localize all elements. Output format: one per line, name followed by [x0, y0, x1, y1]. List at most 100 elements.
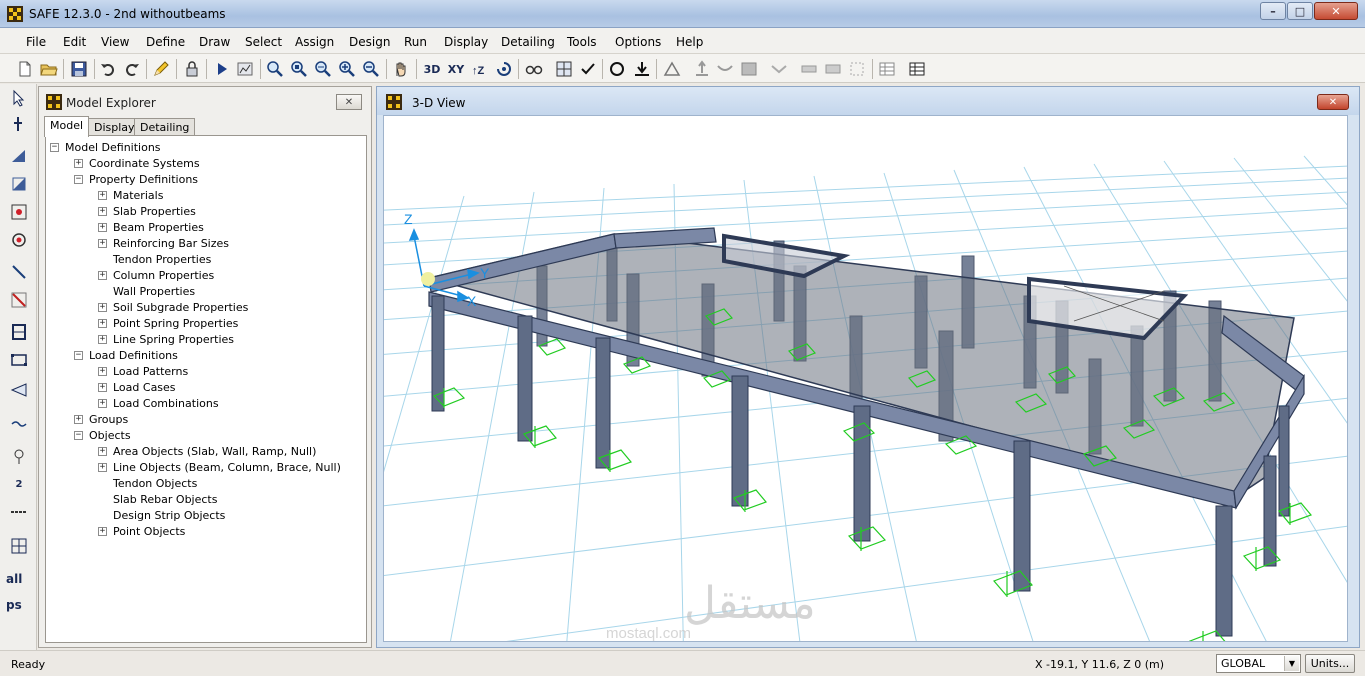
menu-run[interactable]: Run	[404, 35, 427, 49]
display-tables-icon[interactable]	[906, 58, 928, 80]
menu-draw[interactable]: Draw	[199, 35, 230, 49]
tab-detailing[interactable]: Detailing	[134, 118, 196, 136]
tree-item[interactable]: − Load Definitions	[74, 347, 178, 363]
menu-file[interactable]: File	[26, 35, 46, 49]
tree-item[interactable]: Design Strip Objects	[98, 507, 225, 523]
view-options-icon[interactable]	[523, 58, 545, 80]
menu-view[interactable]: View	[101, 35, 129, 49]
snap-options-icon[interactable]	[9, 536, 29, 556]
tree-item[interactable]: + Groups	[74, 411, 128, 427]
punching-shear-icon[interactable]	[798, 58, 820, 80]
coordinate-system-select[interactable]: GLOBAL ▼	[1216, 654, 1301, 673]
zoom-in-icon[interactable]	[336, 58, 358, 80]
save-icon[interactable]	[68, 58, 90, 80]
collapse-toggle-icon[interactable]: −	[50, 142, 59, 152]
design-strips-icon[interactable]	[822, 58, 844, 80]
beam-forces-icon[interactable]	[768, 58, 790, 80]
tree-item[interactable]: + Point Spring Properties	[98, 315, 238, 331]
tree-item[interactable]: + Beam Properties	[98, 219, 204, 235]
tree-item[interactable]: + Load Combinations	[98, 395, 219, 411]
chevron-down-icon[interactable]: ▼	[1284, 656, 1299, 671]
strip-forces-icon[interactable]	[738, 58, 760, 80]
tree-item[interactable]: + Line Spring Properties	[98, 331, 234, 347]
draw-column-icon[interactable]	[9, 230, 29, 250]
close-button[interactable]: ✕	[1314, 2, 1358, 20]
tables-icon[interactable]	[876, 58, 898, 80]
reshape-icon[interactable]	[9, 114, 29, 134]
tree-item[interactable]: Tendon Objects	[98, 475, 197, 491]
menu-select[interactable]: Select	[245, 35, 282, 49]
expand-toggle-icon[interactable]: +	[98, 398, 107, 408]
tree-item[interactable]: + Column Properties	[98, 267, 214, 283]
view-3d-button[interactable]: 3D	[421, 58, 443, 80]
expand-toggle-icon[interactable]: +	[98, 270, 107, 280]
3d-view-close-button[interactable]: ✕	[1317, 94, 1349, 110]
check-icon[interactable]	[577, 58, 599, 80]
show-loads-icon[interactable]	[631, 58, 653, 80]
units-button[interactable]: Units...	[1305, 654, 1355, 673]
crack-width-icon[interactable]	[846, 58, 868, 80]
minimize-button[interactable]: –	[1260, 2, 1286, 20]
run-design-icon[interactable]	[234, 58, 256, 80]
draw-slab-icon[interactable]	[9, 146, 29, 166]
view-xy-button[interactable]: XY	[445, 58, 467, 80]
menu-detailing[interactable]: Detailing	[501, 35, 555, 49]
pointer-icon[interactable]	[9, 88, 29, 108]
collapse-toggle-icon[interactable]: −	[74, 350, 83, 360]
tree-item[interactable]: − Objects	[74, 427, 131, 443]
expand-toggle-icon[interactable]: +	[98, 206, 107, 216]
expand-toggle-icon[interactable]: +	[98, 366, 107, 376]
redo-icon[interactable]	[121, 58, 143, 80]
zoom-full-icon[interactable]	[312, 58, 334, 80]
draw-reference-line-icon[interactable]	[9, 502, 29, 522]
menu-help[interactable]: Help	[676, 35, 703, 49]
undo-icon[interactable]	[97, 58, 119, 80]
tab-display[interactable]: Display	[88, 118, 141, 136]
zoom-window-icon[interactable]	[264, 58, 286, 80]
run-analysis-icon[interactable]	[211, 58, 233, 80]
expand-toggle-icon[interactable]: +	[98, 318, 107, 328]
menu-assign[interactable]: Assign	[295, 35, 334, 49]
draw-line-icon[interactable]	[9, 290, 29, 310]
expand-toggle-icon[interactable]: +	[98, 446, 107, 456]
menu-tools[interactable]: Tools	[567, 35, 597, 49]
previous-selection-button[interactable]: ps	[6, 598, 22, 612]
menu-design[interactable]: Design	[349, 35, 390, 49]
draw-beam-icon[interactable]	[9, 262, 29, 282]
pan-hand-icon[interactable]	[390, 58, 412, 80]
shrink-objects-icon[interactable]	[606, 58, 628, 80]
model-explorer-close-button[interactable]: ✕	[336, 94, 362, 110]
draw-strip-icon[interactable]	[9, 414, 29, 434]
view-xz-icon[interactable]: ↑Z	[469, 58, 491, 80]
draw-ramp-icon[interactable]	[9, 380, 29, 400]
expand-toggle-icon[interactable]: +	[98, 238, 107, 248]
slab-forces-icon[interactable]	[714, 58, 736, 80]
open-folder-icon[interactable]	[38, 58, 60, 80]
draw-tendon-icon[interactable]	[9, 350, 29, 370]
expand-toggle-icon[interactable]: +	[98, 334, 107, 344]
tree-item[interactable]: + Coordinate Systems	[74, 155, 200, 171]
tree-item[interactable]: − Property Definitions	[74, 171, 198, 187]
tree-item[interactable]: + Load Patterns	[98, 363, 188, 379]
select-all-button[interactable]: all	[6, 572, 22, 586]
expand-toggle-icon[interactable]: +	[98, 302, 107, 312]
draw-wall-icon[interactable]	[9, 322, 29, 342]
rotate-view-icon[interactable]	[493, 58, 515, 80]
menu-define[interactable]: Define	[146, 35, 185, 49]
menu-edit[interactable]: Edit	[63, 35, 86, 49]
tree-item[interactable]: Wall Properties	[98, 283, 195, 299]
expand-toggle-icon[interactable]: +	[74, 158, 83, 168]
tree-item[interactable]: + Materials	[98, 187, 163, 203]
deformed-shape-icon[interactable]	[661, 58, 683, 80]
expand-toggle-icon[interactable]: +	[98, 190, 107, 200]
expand-toggle-icon[interactable]: +	[98, 382, 107, 392]
zoom-restore-icon[interactable]	[288, 58, 310, 80]
tree-item[interactable]: + Slab Properties	[98, 203, 196, 219]
draw-dimension-icon[interactable]: 2	[9, 474, 29, 494]
tree-item[interactable]: + Line Objects (Beam, Column, Brace, Null…	[98, 459, 341, 475]
pencil-icon[interactable]	[150, 58, 172, 80]
tree-item[interactable]: − Model Definitions	[50, 139, 161, 155]
expand-toggle-icon[interactable]: +	[74, 414, 83, 424]
menu-display[interactable]: Display	[444, 35, 488, 49]
collapse-toggle-icon[interactable]: −	[74, 430, 83, 440]
